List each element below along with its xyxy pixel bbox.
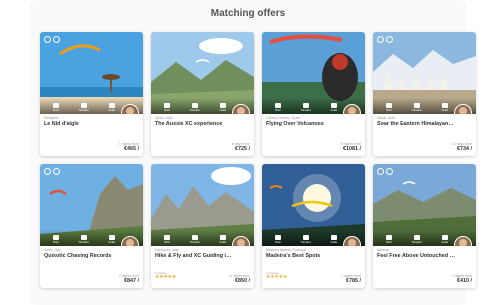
badge-icon [377, 168, 384, 175]
feature-guide: Guide [219, 103, 226, 112]
offer-price: €725 / [235, 146, 250, 152]
badge-icons [377, 36, 393, 43]
offer-name[interactable]: Quixotic Chasing Records [44, 253, 122, 260]
offer-thumbnail: Hotel Transfers Guide [262, 164, 365, 246]
feature-guide: Guide [441, 235, 448, 244]
feature-transfers: Transfers [189, 103, 200, 112]
badge-icons [44, 168, 60, 175]
rating: 2 reviews ★★★★★ [266, 271, 287, 280]
hotel-icon [52, 103, 59, 108]
feature-transfers: Transfers [411, 235, 422, 244]
offer-price: €847 / [124, 278, 139, 284]
badge-icon [377, 36, 384, 43]
offer-name[interactable]: Le Nid d'aigle [44, 121, 122, 128]
feature-hotel: Hotel [274, 235, 281, 244]
car-icon [302, 235, 309, 240]
offer-card[interactable]: Hotel Transfers Guide Canary Islands, Sp… [262, 32, 365, 156]
section-title: Matching offers [210, 8, 286, 19]
star-rating: ★★★★★ [155, 274, 176, 280]
hotel-icon [274, 103, 281, 108]
hotel-icon [163, 235, 170, 240]
offer-price: €734 / [457, 146, 472, 152]
feature-guide: Guide [219, 235, 226, 244]
rating: 1 review ★★★★★ [155, 271, 176, 280]
feature-guide: Guide [108, 103, 115, 112]
offer-thumbnail: Hotel Transfers Guide [151, 32, 254, 114]
badge-icon [53, 36, 60, 43]
offer-name[interactable]: Feel Free Above Untouched Mountains [377, 253, 455, 260]
offer-thumbnail: Hotel Transfers Guide [373, 32, 476, 114]
guide-icon [219, 103, 226, 108]
badge-icon [386, 168, 393, 175]
feature-transfers: Transfers [411, 103, 422, 112]
offer-name[interactable]: Hike & Fly and XC Guiding in Dolomites [155, 253, 233, 260]
offer-card[interactable]: Hotel Transfers Guide Alpes, Sky Quixoti… [40, 164, 143, 288]
offer-price: €850 / [235, 278, 250, 284]
car-icon [80, 103, 87, 108]
offer-price: €785 / [346, 278, 361, 284]
feature-guide: Guide [330, 235, 337, 244]
badge-icons [44, 36, 60, 43]
guide-icon [108, 103, 115, 108]
offer-thumbnail: Hotel Transfers Guide [151, 164, 254, 246]
car-icon [191, 103, 198, 108]
car-icon [413, 235, 420, 240]
offer-name[interactable]: The Aussie XC experience [155, 121, 233, 128]
hotel-icon [385, 103, 392, 108]
hotel-icon [52, 235, 59, 240]
offer-thumbnail: Hotel Transfers Guide [262, 32, 365, 114]
feature-guide: Guide [441, 103, 448, 112]
feature-transfers: Transfers [78, 103, 89, 112]
feature-transfers: Transfers [189, 235, 200, 244]
badge-icon [44, 168, 51, 175]
offer-card[interactable]: Hotel Transfers Guide Albania Feel Free … [373, 164, 476, 288]
feature-transfers: Transfers [300, 235, 311, 244]
offer-card[interactable]: Hotel Transfers Guide Madeira Islands, P… [262, 164, 365, 288]
badge-icons [377, 168, 393, 175]
offer-price: €465 / [124, 146, 139, 152]
feature-transfers: Transfers [300, 103, 311, 112]
guide-icon [330, 235, 337, 240]
feature-hotel: Hotel [52, 103, 59, 112]
feature-guide: Guide [330, 103, 337, 112]
offers-panel: Matching offers Hotel Transfers Guide Ma… [30, 0, 476, 305]
car-icon [191, 235, 198, 240]
badge-icon [53, 168, 60, 175]
offer-card[interactable]: Hotel Transfers Guide Spain, Alps The Au… [151, 32, 254, 156]
offer-price: €410 / [457, 278, 472, 284]
guide-icon [330, 103, 337, 108]
car-icon [80, 235, 87, 240]
offer-thumbnail: Hotel Transfers Guide [40, 32, 143, 114]
offer-thumbnail: Hotel Transfers Guide [373, 164, 476, 246]
feature-hotel: Hotel [274, 103, 281, 112]
offer-card[interactable]: Hotel Transfers Guide Dolomites, Italy H… [151, 164, 254, 288]
hotel-icon [385, 235, 392, 240]
offers-grid: Hotel Transfers Guide Malaysia Le Nid d'… [40, 32, 486, 288]
guide-icon [108, 235, 115, 240]
offer-name[interactable]: Madeira's Best Spots [266, 253, 344, 260]
offer-thumbnail: Hotel Transfers Guide [40, 164, 143, 246]
guide-icon [441, 235, 448, 240]
hotel-icon [274, 235, 281, 240]
guide-icon [441, 103, 448, 108]
hotel-icon [163, 103, 170, 108]
offer-card[interactable]: Hotel Transfers Guide Nepal, Asia Soar t… [373, 32, 476, 156]
feature-hotel: Hotel [385, 235, 392, 244]
badge-icon [44, 36, 51, 43]
offer-name[interactable]: Soar the Eastern Himalayan Peaks [377, 121, 455, 128]
guide-icon [219, 235, 226, 240]
feature-guide: Guide [108, 235, 115, 244]
offer-name[interactable]: Flying Over Volcanoes [266, 121, 344, 128]
car-icon [413, 103, 420, 108]
feature-hotel: Hotel [385, 103, 392, 112]
offer-price: €1081 / [343, 146, 361, 152]
feature-transfers: Transfers [78, 235, 89, 244]
car-icon [302, 103, 309, 108]
feature-hotel: Hotel [52, 235, 59, 244]
feature-hotel: Hotel [163, 103, 170, 112]
badge-icon [386, 36, 393, 43]
offer-card[interactable]: Hotel Transfers Guide Malaysia Le Nid d'… [40, 32, 143, 156]
star-rating: ★★★★★ [266, 274, 287, 280]
feature-hotel: Hotel [163, 235, 170, 244]
